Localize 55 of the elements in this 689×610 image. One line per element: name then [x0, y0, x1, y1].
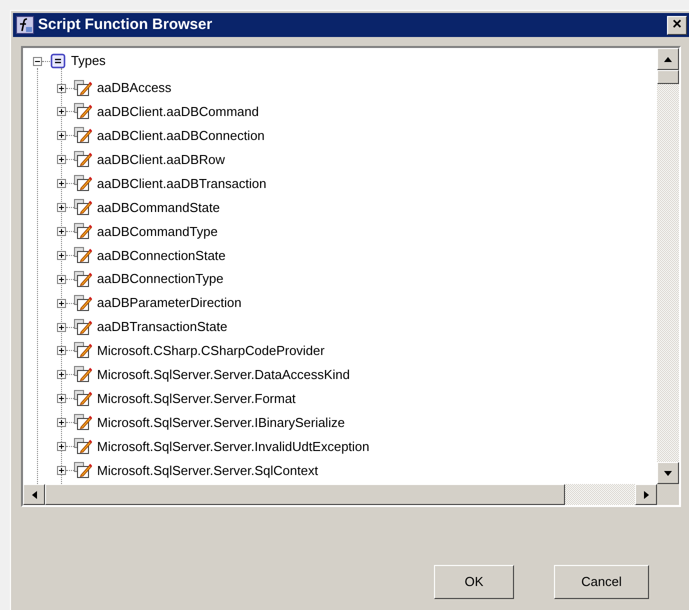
- tree-item[interactable]: aaDBClient.aaDBRow: [97, 150, 225, 170]
- scroll-thumb[interactable]: [45, 484, 565, 505]
- expand-icon[interactable]: [57, 274, 66, 284]
- expand-icon[interactable]: [57, 418, 66, 428]
- tree-item[interactable]: aaDBCommandState: [97, 198, 220, 218]
- expand-icon[interactable]: [57, 394, 66, 404]
- expand-icon[interactable]: [57, 155, 66, 164]
- types-icon: [50, 53, 66, 69]
- expand-icon[interactable]: [57, 203, 66, 212]
- expand-icon[interactable]: [57, 466, 66, 475]
- function-icon: [16, 16, 34, 34]
- left-arrow-icon: [32, 490, 36, 498]
- vertical-scrollbar[interactable]: [657, 48, 679, 484]
- cancel-button[interactable]: Cancel: [554, 565, 649, 599]
- expand-icon[interactable]: [57, 298, 66, 308]
- expand-icon[interactable]: [57, 84, 66, 92]
- tree-item[interactable]: Microsoft.SqlServer.Server.DataAccessKind: [97, 365, 350, 385]
- down-arrow-icon: [664, 470, 672, 476]
- ok-button[interactable]: OK: [434, 565, 514, 599]
- expand-icon[interactable]: [57, 107, 66, 116]
- right-arrow-icon: [644, 490, 648, 498]
- expand-icon[interactable]: [57, 226, 66, 236]
- expand-icon[interactable]: [57, 250, 66, 260]
- collapse-icon[interactable]: [33, 56, 42, 66]
- tree-item[interactable]: aaDBClient.aaDBConnection: [97, 126, 265, 146]
- tree-item[interactable]: aaDBConnectionType: [97, 269, 224, 289]
- tree-item[interactable]: Types: [71, 51, 106, 71]
- expand-icon[interactable]: [57, 131, 66, 140]
- tree-item[interactable]: Microsoft.SqlServer.Server.IBinarySerialize: [97, 412, 345, 432]
- tree-item[interactable]: aaDBAccess: [97, 78, 172, 98]
- tree-item[interactable]: aaDBClient.aaDBTransaction: [97, 174, 266, 194]
- expand-icon[interactable]: [57, 442, 66, 451]
- expand-icon[interactable]: [57, 322, 66, 332]
- tree-item[interactable]: Microsoft.SqlServer.Server.InvalidUdtException: [97, 436, 370, 456]
- scrollbar-corner: [657, 484, 679, 505]
- tree-item[interactable]: aaDBCommandType: [97, 222, 218, 242]
- scroll-up-button[interactable]: [657, 48, 679, 70]
- scroll-left-button[interactable]: [23, 484, 45, 505]
- tree-item[interactable]: aaDBConnectionState: [97, 246, 226, 266]
- tree-item[interactable]: aaDBTransactionState: [97, 317, 228, 337]
- up-arrow-icon: [664, 56, 672, 62]
- tree-item[interactable]: Microsoft.CSharp.CSharpCodeProvider: [97, 341, 325, 361]
- window-title: Script Function Browser: [38, 14, 212, 35]
- tree-item[interactable]: aaDBParameterDirection: [97, 293, 242, 313]
- expand-icon[interactable]: [57, 179, 66, 188]
- horizontal-scrollbar[interactable]: [23, 484, 657, 505]
- scroll-thumb[interactable]: [657, 70, 679, 84]
- tree-item[interactable]: aaDBClient.aaDBCommand: [97, 102, 259, 122]
- tree-item[interactable]: Microsoft.SqlServer.Server.Format: [97, 388, 296, 408]
- scroll-down-button[interactable]: [657, 462, 679, 484]
- expand-icon[interactable]: [57, 370, 66, 380]
- expand-icon[interactable]: [57, 346, 66, 356]
- scroll-right-button[interactable]: [635, 484, 657, 505]
- tree-item[interactable]: Microsoft.SqlServer.Server.SqlContext: [97, 460, 318, 480]
- close-button[interactable]: ×: [667, 16, 687, 34]
